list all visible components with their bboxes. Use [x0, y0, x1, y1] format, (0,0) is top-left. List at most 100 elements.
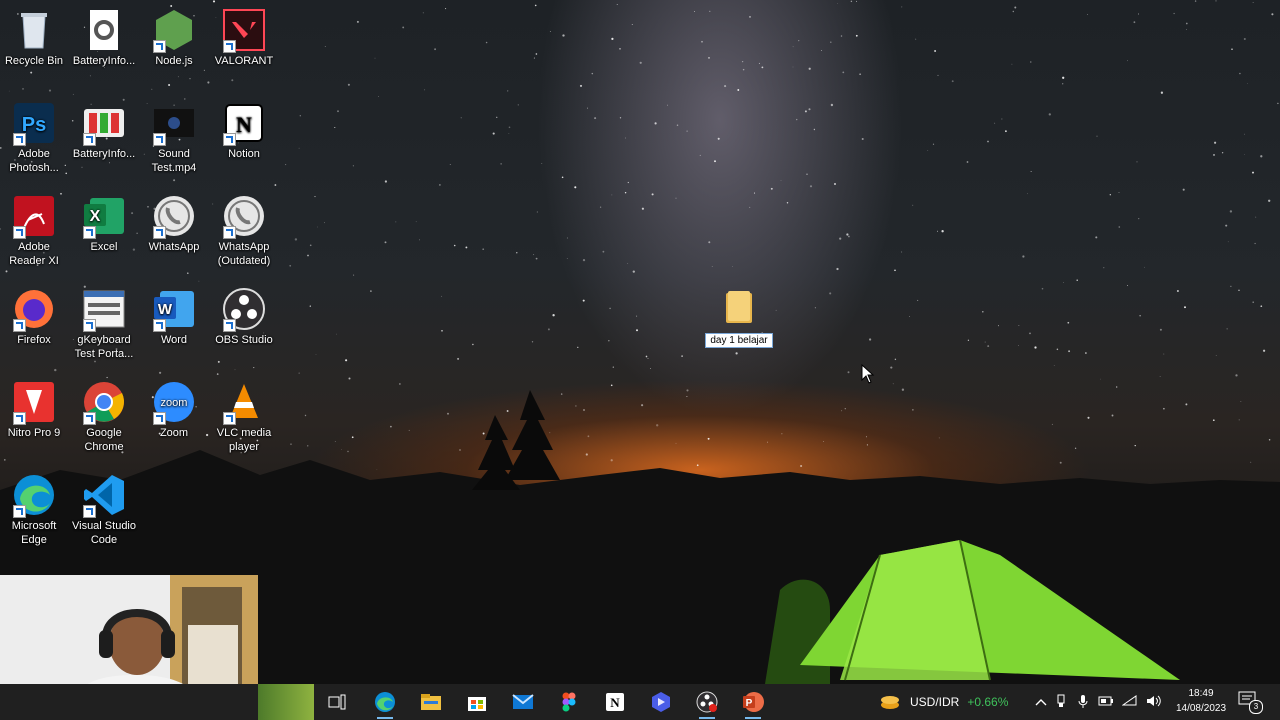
shortcut-arrow-icon [223, 133, 236, 146]
desktop-icon-label: BatteryInfo... [72, 148, 136, 160]
desktop-icon-obs-studio[interactable]: OBS Studio [209, 287, 279, 347]
vscode-icon [82, 473, 126, 518]
desktop-icon-label: OBS Studio [215, 334, 273, 346]
desktop-icon-label: Node.js [155, 55, 193, 67]
svg-text:X: X [90, 208, 101, 225]
shortcut-arrow-icon [223, 226, 236, 239]
shortcut-arrow-icon [153, 226, 166, 239]
svg-text:W: W [158, 301, 173, 318]
desktop-icon-firefox[interactable]: Firefox [0, 287, 69, 347]
svg-text:P: P [746, 698, 753, 709]
wifi-icon[interactable] [1120, 694, 1140, 710]
desktop-icon-label: Word [160, 334, 188, 346]
desktop-icon-recycle-bin[interactable]: Recycle Bin [0, 8, 69, 68]
desktop-icon-batteryinfo[interactable]: BatteryInfo... [69, 8, 139, 68]
desktop-icon-google-chrome[interactable]: Google Chrome [69, 380, 139, 454]
desktop-icon-excel[interactable]: X Excel [69, 194, 139, 254]
desktop-icon-whatsapp-outdated[interactable]: WhatsApp (Outdated) [209, 194, 279, 268]
folder-rename-input[interactable]: day 1 belajar [705, 333, 773, 348]
video-file-icon [152, 101, 196, 146]
show-hidden-icons-chevron-icon[interactable] [1034, 695, 1048, 709]
desktop-icon-word[interactable]: W Word [139, 287, 209, 347]
obs-icon [222, 287, 266, 332]
shortcut-arrow-icon [83, 319, 96, 332]
svg-text:zoom: zoom [161, 397, 188, 409]
nodejs-icon [152, 8, 196, 53]
stock-ticker[interactable]: USD/IDR +0.66% [880, 684, 1008, 720]
shortcut-arrow-icon [13, 505, 26, 518]
settings-file-icon [82, 8, 126, 52]
shortcut-arrow-icon [153, 412, 166, 425]
taskbar: N P USD/IDR +0.66% 18:49 14/08/2023 3 [0, 684, 1280, 720]
desktop-icon-notion[interactable]: N Notion [209, 101, 279, 161]
clock-time: 18:49 [1188, 688, 1214, 699]
desktop-icon-whatsapp[interactable]: WhatsApp [139, 194, 209, 254]
recycle-bin-icon [12, 8, 56, 52]
taskbar-copilot-icon[interactable] [644, 688, 678, 716]
shortcut-arrow-icon [13, 133, 26, 146]
taskbar-mail-icon[interactable] [506, 688, 540, 716]
desktop-icon-label: Nitro Pro 9 [7, 427, 61, 439]
battery-icon[interactable] [1096, 695, 1116, 709]
svg-text:N: N [236, 112, 252, 137]
taskbar-obs-icon[interactable] [690, 688, 724, 719]
shortcut-arrow-icon [13, 412, 26, 425]
microphone-icon[interactable] [1074, 694, 1092, 711]
edge-icon [12, 473, 56, 518]
desktop-icon-node-js[interactable]: Node.js [139, 8, 209, 68]
svg-text:N: N [610, 695, 620, 710]
desktop-icon-label: Sound Test.mp4 [151, 148, 197, 174]
desktop-icon-nitro-pro-9[interactable]: Nitro Pro 9 [0, 380, 69, 440]
taskbar-task-view-icon[interactable] [320, 688, 354, 716]
zoom-icon: zoom [152, 380, 196, 425]
desktop-icon-sound-test-mp4[interactable]: Sound Test.mp4 [139, 101, 209, 175]
desktop-icon-batteryinfo[interactable]: BatteryInfo... [69, 101, 139, 161]
word-icon: W [152, 287, 196, 332]
shortcut-arrow-icon [83, 226, 96, 239]
desktop-icon-label: Adobe Photosh... [9, 148, 59, 174]
folder-icon[interactable] [703, 289, 775, 330]
desktop-icon-label: Google Chrome [84, 427, 124, 453]
taskbar-notion-icon[interactable]: N [598, 688, 632, 716]
nitro-pdf-icon [12, 380, 56, 425]
desktop-icon-vlc-media-player[interactable]: VLC media player [209, 380, 279, 454]
desktop-icon-microsoft-edge[interactable]: Microsoft Edge [0, 473, 69, 547]
desktop-icon-label: Recycle Bin [4, 55, 64, 67]
clock-date: 14/08/2023 [1175, 703, 1227, 714]
notification-center-icon[interactable]: 3 [1238, 690, 1264, 714]
shortcut-arrow-icon [153, 319, 166, 332]
usb-device-icon[interactable] [1052, 694, 1070, 711]
desktop-icon-adobe-photosh[interactable]: Ps Adobe Photosh... [0, 101, 69, 175]
ticker-symbol: USD/IDR [910, 695, 960, 709]
vlc-icon [222, 380, 266, 425]
volume-icon[interactable] [1144, 695, 1164, 710]
taskbar-edge-icon[interactable] [368, 688, 402, 719]
clock[interactable]: 18:49 14/08/2023 [1170, 686, 1232, 716]
taskbar-file-explorer-icon[interactable] [414, 688, 448, 716]
shortcut-arrow-icon [83, 133, 96, 146]
shortcut-arrow-icon [13, 319, 26, 332]
mouse-cursor-icon [861, 363, 875, 389]
desktop-icon-gkeyboard-test-porta[interactable]: gKeyboard Test Porta... [69, 287, 139, 361]
desktop-icon-label: Adobe Reader XI [9, 241, 59, 267]
taskbar-figma-icon[interactable] [552, 688, 586, 716]
desktop-icon-adobe-reader-xi[interactable]: Adobe Reader XI [0, 194, 69, 268]
taskbar-microsoft-store-icon[interactable] [460, 688, 494, 716]
keyboard-test-icon [82, 287, 126, 332]
desktop-icon-valorant[interactable]: VALORANT [209, 8, 279, 68]
whatsapp-icon [222, 194, 266, 239]
firefox-icon [12, 287, 56, 332]
desktop-icon-label: gKeyboard Test Porta... [74, 334, 134, 360]
desktop-icon-visual-studio-code[interactable]: Visual Studio Code [69, 473, 139, 547]
renaming-folder[interactable]: day 1 belajar [703, 289, 775, 348]
taskbar-powerpoint-icon[interactable]: P [736, 688, 770, 719]
news-widget-icon[interactable] [258, 684, 314, 720]
shortcut-arrow-icon [83, 505, 96, 518]
desktop-icon-label: WhatsApp (Outdated) [217, 241, 271, 267]
desktop-icon-zoom[interactable]: zoom Zoom [139, 380, 209, 440]
batteryinfo-icon [82, 101, 126, 146]
desktop-icon-label: Visual Studio Code [71, 520, 136, 546]
desktop-icon-label: Microsoft Edge [11, 520, 57, 546]
ticker-coins-icon [880, 694, 900, 710]
desktop-icon-label: Firefox [17, 334, 51, 346]
